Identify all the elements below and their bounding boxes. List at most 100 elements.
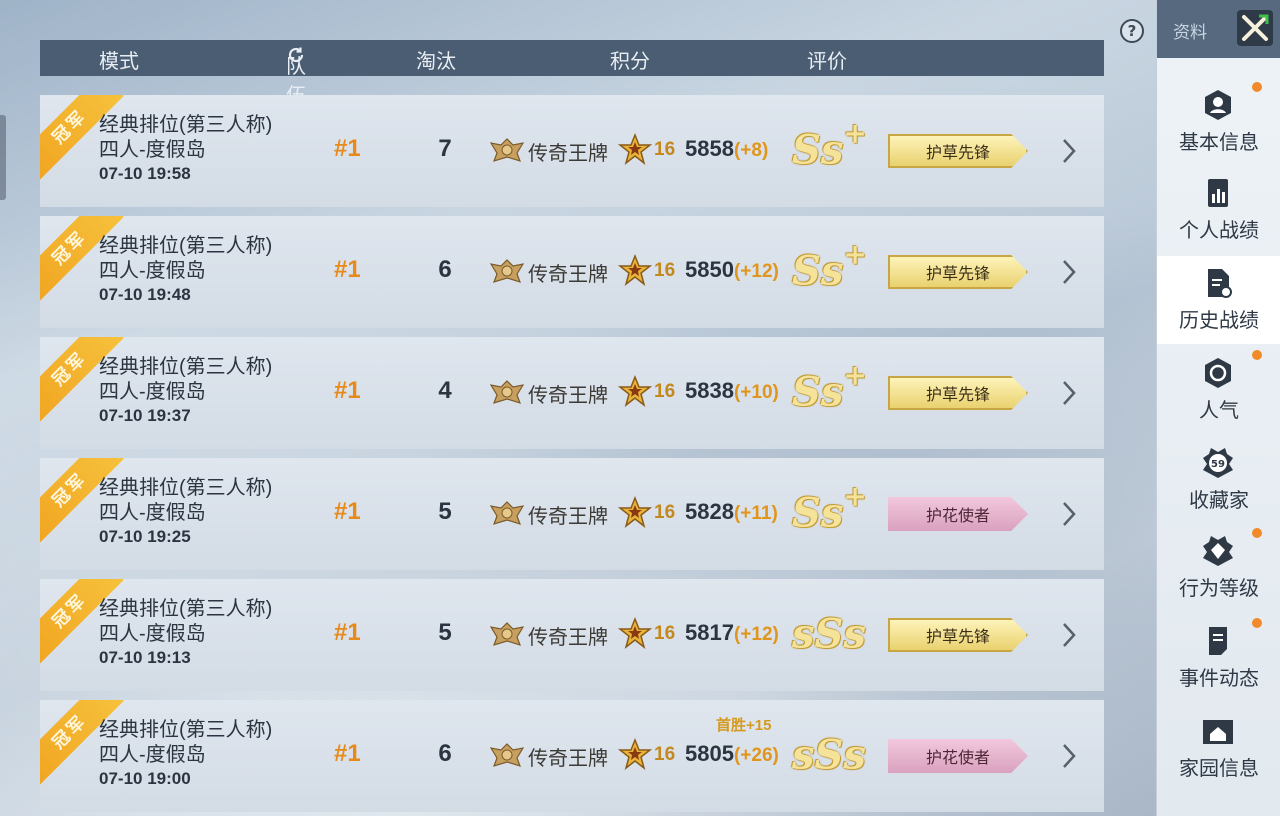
header-kills: 淘汰 [416, 51, 456, 73]
sidebar-item-label: 家园信息 [1179, 758, 1259, 780]
title-badge: 护花使者 [888, 739, 1028, 773]
tier-wings-icon [490, 743, 524, 767]
match-time: 07-10 19:13 [99, 648, 191, 667]
score-delta: (+12) [733, 261, 779, 282]
match-time: 07-10 19:48 [99, 285, 191, 304]
score-delta: (+26) [733, 745, 779, 766]
chevron-right-icon[interactable] [1060, 621, 1078, 649]
chevron-right-icon[interactable] [1060, 379, 1078, 407]
history-doc-icon [1201, 266, 1235, 300]
score-delta: (+8) [733, 140, 769, 161]
match-map: 四人-度假岛 [99, 139, 206, 161]
header-score: 积分 [610, 51, 650, 73]
match-row[interactable]: 冠军 经典排位(第三人称) 四人-度假岛 07-10 19:58 #1 7 传奇… [40, 95, 1104, 207]
home-icon [1201, 714, 1235, 748]
tier-name: 传奇王牌 [528, 748, 608, 770]
match-mode-block: 经典排位(第三人称) 四人-度假岛 07-10 19:13 [99, 597, 272, 669]
chevron-right-icon[interactable] [1060, 742, 1078, 770]
header-team-rank[interactable]: 队伍排名 [286, 45, 308, 165]
score-value: 5858(+8) [685, 136, 769, 161]
star-count: 16 [654, 139, 676, 160]
sidebar-item-5[interactable]: 行为等级 [1157, 524, 1280, 612]
match-row[interactable]: 冠军 经典排位(第三人称) 四人-度假岛 07-10 19:48 #1 6 传奇… [40, 216, 1104, 328]
chevron-right-icon[interactable] [1060, 500, 1078, 528]
sidebar-item-label: 人气 [1199, 400, 1239, 422]
match-mode: 经典排位(第三人称) [99, 235, 273, 257]
tier-name: 传奇王牌 [528, 506, 608, 528]
svg-text:59: 59 [1211, 459, 1225, 470]
score-value: 5850(+12) [685, 257, 779, 282]
score-value: 5805(+26) [685, 741, 779, 766]
score-value: 5838(+10) [685, 378, 779, 403]
match-mode: 经典排位(第三人称) [99, 598, 273, 620]
tier-name: 传奇王牌 [528, 143, 608, 165]
star-icon [618, 617, 652, 649]
kill-count: 4 [438, 377, 452, 404]
team-rank: #1 [334, 498, 361, 525]
sidebar-item-label: 基本信息 [1179, 132, 1259, 154]
kill-count: 6 [438, 740, 452, 767]
sidebar-item-7[interactable]: 家园信息 [1157, 704, 1280, 792]
profile-icon [1201, 88, 1235, 122]
sidebar-header: 资料 [1157, 0, 1280, 58]
left-edge-handle[interactable] [0, 115, 6, 200]
table-header: 模式 队伍排名 淘汰 积分 评价 [40, 40, 1104, 165]
behavior-level-icon [1201, 534, 1235, 568]
match-row[interactable]: 冠军 经典排位(第三人称) 四人-度假岛 07-10 19:37 #1 4 传奇… [40, 337, 1104, 449]
match-mode: 经典排位(第三人称) [99, 356, 273, 378]
chevron-right-icon[interactable] [1060, 258, 1078, 286]
team-rank: #1 [334, 740, 361, 767]
match-map: 四人-度假岛 [99, 623, 206, 645]
match-time: 07-10 19:25 [99, 527, 191, 546]
star-count: 16 [654, 744, 676, 765]
sidebar-item-1[interactable]: 个人战绩 [1157, 166, 1280, 254]
tier-wings-icon [490, 380, 524, 404]
score-value: 5817(+12) [685, 620, 779, 645]
sidebar-item-2[interactable]: 历史战绩 [1157, 256, 1280, 344]
title-badge: 护草先锋 [888, 376, 1028, 410]
notification-dot [1252, 350, 1262, 360]
sidebar-item-label: 个人战绩 [1179, 220, 1259, 242]
title-badge: 护草先锋 [888, 255, 1028, 289]
match-mode-block: 经典排位(第三人称) 四人-度假岛 07-10 19:48 [99, 234, 272, 306]
sidebar-item-4[interactable]: 59 收藏家 [1157, 436, 1280, 524]
sidebar-item-6[interactable]: 事件动态 [1157, 614, 1280, 702]
sidebar-item-label: 行为等级 [1179, 578, 1259, 600]
stats-chart-icon [1201, 176, 1235, 210]
match-map: 四人-度假岛 [99, 381, 206, 403]
team-rank: #1 [334, 619, 361, 646]
sidebar-item-label: 收藏家 [1189, 490, 1249, 512]
grade-badge: Ss+ [792, 238, 867, 295]
title-badge: 护草先锋 [888, 134, 1028, 168]
chevron-right-icon[interactable] [1060, 137, 1078, 165]
tier-wings-icon [490, 138, 524, 162]
tier-wings-icon [490, 501, 524, 525]
sidebar-item-label: 事件动态 [1179, 668, 1259, 690]
match-mode-block: 经典排位(第三人称) 四人-度假岛 07-10 19:00 [99, 718, 272, 790]
title-badge: 护草先锋 [888, 618, 1028, 652]
popularity-icon [1201, 356, 1235, 390]
match-mode: 经典排位(第三人称) [99, 114, 273, 136]
sidebar-item-3[interactable]: 人气 [1157, 346, 1280, 434]
match-mode-block: 经典排位(第三人称) 四人-度假岛 07-10 19:25 [99, 476, 272, 548]
score-delta: (+11) [733, 503, 778, 524]
match-map: 四人-度假岛 [99, 502, 206, 524]
match-row[interactable]: 冠军 经典排位(第三人称) 四人-度假岛 07-10 19:25 #1 5 传奇… [40, 458, 1104, 570]
title-badge: 护花使者 [888, 497, 1028, 531]
help-icon[interactable]: ? [1120, 19, 1144, 43]
star-icon [618, 496, 652, 528]
match-mode: 经典排位(第三人称) [99, 719, 273, 741]
match-time: 07-10 19:37 [99, 406, 191, 425]
match-time: 07-10 19:00 [99, 769, 191, 788]
notification-dot [1252, 82, 1262, 92]
sidebar-item-label: 历史战绩 [1179, 310, 1259, 332]
match-mode-block: 经典排位(第三人称) 四人-度假岛 07-10 19:58 [99, 113, 272, 185]
close-icon[interactable] [1237, 10, 1273, 46]
match-row[interactable]: 冠军 经典排位(第三人称) 四人-度假岛 07-10 19:13 #1 5 传奇… [40, 579, 1104, 691]
match-row[interactable]: 冠军 经典排位(第三人称) 四人-度假岛 07-10 19:00 #1 6 传奇… [40, 700, 1104, 812]
sidebar-item-0[interactable]: 基本信息 [1157, 78, 1280, 166]
star-count: 16 [654, 260, 676, 281]
star-count: 16 [654, 623, 676, 644]
kill-count: 5 [438, 619, 452, 646]
team-rank: #1 [334, 377, 361, 404]
